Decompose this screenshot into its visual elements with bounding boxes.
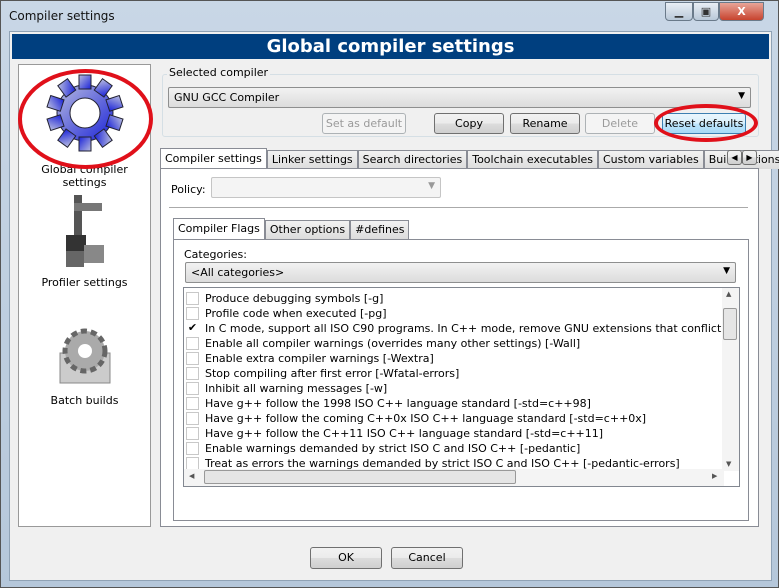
flag-item[interactable]: Have g++ follow the 1998 ISO C++ languag… (186, 396, 591, 411)
flag-checkbox[interactable] (186, 337, 199, 350)
tab-compiler-settings[interactable]: Compiler settings (160, 148, 267, 169)
tab-scroll-right-button[interactable]: ▶ (742, 150, 757, 165)
flag-checkbox[interactable] (186, 442, 199, 455)
flag-checkbox[interactable] (186, 412, 199, 425)
flag-checkbox[interactable]: ✔ (186, 322, 199, 335)
caliper-icon (65, 195, 104, 267)
vertical-scroll-thumb[interactable] (723, 308, 737, 340)
settings-tabs: Compiler settings Linker settings Search… (160, 148, 779, 169)
copy-button[interactable]: Copy (434, 113, 504, 134)
tab-compiler-flags[interactable]: Compiler Flags (173, 218, 265, 239)
compiler-select-value: GNU GCC Compiler (174, 91, 280, 104)
title-bar[interactable]: Compiler settings ▁ ▣ X (1, 1, 778, 31)
sidebar-item-profiler-settings[interactable]: Profiler settings (19, 195, 150, 289)
flag-item[interactable]: Profile code when executed [-pg] (186, 306, 387, 321)
flag-label: In C mode, support all ISO C90 programs.… (205, 322, 739, 335)
scroll-left-icon[interactable]: ◀ (189, 472, 194, 480)
chevron-down-icon: ▼ (428, 181, 435, 191)
flag-item[interactable]: Stop compiling after first error [-Wfata… (186, 366, 459, 381)
flag-item[interactable]: Have g++ follow the C++11 ISO C++ langua… (186, 426, 603, 441)
scroll-right-icon[interactable]: ▶ (712, 472, 717, 480)
flag-label: Enable warnings demanded by strict ISO C… (205, 442, 581, 455)
flag-checkbox[interactable] (186, 397, 199, 410)
policy-select[interactable]: ▼ (211, 177, 441, 198)
cancel-button[interactable]: Cancel (391, 547, 463, 569)
red-annotation-circle (18, 69, 153, 169)
flag-label: Profile code when executed [-pg] (205, 307, 387, 320)
tab-search-directories[interactable]: Search directories (357, 150, 468, 169)
flag-checkbox[interactable] (186, 367, 199, 380)
chevron-down-icon: ▼ (738, 91, 745, 101)
selected-compiler-label: Selected compiler (167, 66, 271, 79)
compiler-select[interactable]: GNU GCC Compiler ▼ (168, 87, 751, 108)
flag-item[interactable]: Produce debugging symbols [-g] (186, 291, 383, 306)
policy-label: Policy: (171, 183, 206, 196)
flag-label: Inhibit all warning messages [-w] (205, 382, 388, 395)
flag-item[interactable]: Enable warnings demanded by strict ISO C… (186, 441, 580, 456)
banner-title: Global compiler settings (12, 34, 769, 59)
sidebar-item-label: Profiler settings (41, 276, 128, 289)
categories-select[interactable]: <All categories> ▼ (185, 262, 736, 283)
flag-checkbox[interactable] (186, 292, 199, 305)
sidebar-item-batch-builds[interactable]: Batch builds (19, 323, 150, 407)
chevron-down-icon: ▼ (723, 266, 730, 276)
flag-label: Have g++ follow the C++11 ISO C++ langua… (205, 427, 604, 440)
tab-toolchain-executables[interactable]: Toolchain executables (467, 150, 598, 169)
tab-defines[interactable]: #defines (350, 220, 410, 239)
red-annotation-circle (654, 104, 758, 142)
flag-checkbox[interactable] (186, 427, 199, 440)
horizontal-scroll-thumb[interactable] (204, 470, 516, 484)
flag-item[interactable]: ✔ In C mode, support all ISO C90 programs… (186, 321, 739, 336)
batch-gear-icon (59, 328, 110, 384)
horizontal-scrollbar[interactable]: ◀ ▶ (184, 469, 724, 486)
sidebar: Global compiler settings Profiler settin… (18, 64, 153, 527)
sidebar-item-label: Batch builds (50, 394, 119, 407)
flag-label: Enable extra compiler warnings [-Wextra] (205, 352, 434, 365)
flags-subtabs: Compiler Flags Other options #defines (173, 218, 410, 239)
flag-checkbox[interactable] (186, 307, 199, 320)
divider (169, 207, 748, 208)
flag-label: Have g++ follow the 1998 ISO C++ languag… (205, 397, 591, 410)
flag-label: Stop compiling after first error [-Wfata… (205, 367, 460, 380)
flag-label: Have g++ follow the coming C++0x ISO C++… (205, 412, 647, 425)
close-button[interactable]: X (719, 2, 764, 21)
categories-label: Categories: (184, 248, 247, 261)
flag-item[interactable]: Have g++ follow the coming C++0x ISO C++… (186, 411, 646, 426)
vertical-scrollbar[interactable]: ▲ ▼ (722, 288, 739, 471)
delete-button[interactable]: Delete (585, 113, 655, 134)
flag-checkbox[interactable] (186, 382, 199, 395)
categories-value: <All categories> (191, 266, 285, 279)
maximize-button[interactable]: ▣ (693, 2, 719, 21)
compiler-flags-list: Warn if main() is not conformant [-Wmain… (183, 287, 740, 487)
flag-label: Enable all compiler warnings (overrides … (205, 337, 581, 350)
tab-custom-variables[interactable]: Custom variables (598, 150, 704, 169)
flag-item[interactable]: Inhibit all warning messages [-w] (186, 381, 387, 396)
flag-checkbox[interactable] (186, 352, 199, 365)
rename-button[interactable]: Rename (510, 113, 580, 134)
scroll-up-icon[interactable]: ▲ (726, 290, 731, 298)
set-as-default-button[interactable]: Set as default (322, 113, 406, 134)
tab-scroll-left-button[interactable]: ◀ (727, 150, 742, 165)
flag-item[interactable]: Enable all compiler warnings (overrides … (186, 336, 580, 351)
tab-linker-settings[interactable]: Linker settings (266, 150, 358, 169)
ok-button[interactable]: OK (310, 547, 382, 569)
minimize-button[interactable]: ▁ (665, 2, 693, 21)
window-title: Compiler settings (9, 9, 115, 23)
flag-label: Produce debugging symbols [-g] (205, 292, 384, 305)
tab-other-options[interactable]: Other options (264, 220, 351, 239)
flag-item[interactable]: Enable extra compiler warnings [-Wextra] (186, 351, 434, 366)
scroll-down-icon[interactable]: ▼ (726, 460, 731, 468)
